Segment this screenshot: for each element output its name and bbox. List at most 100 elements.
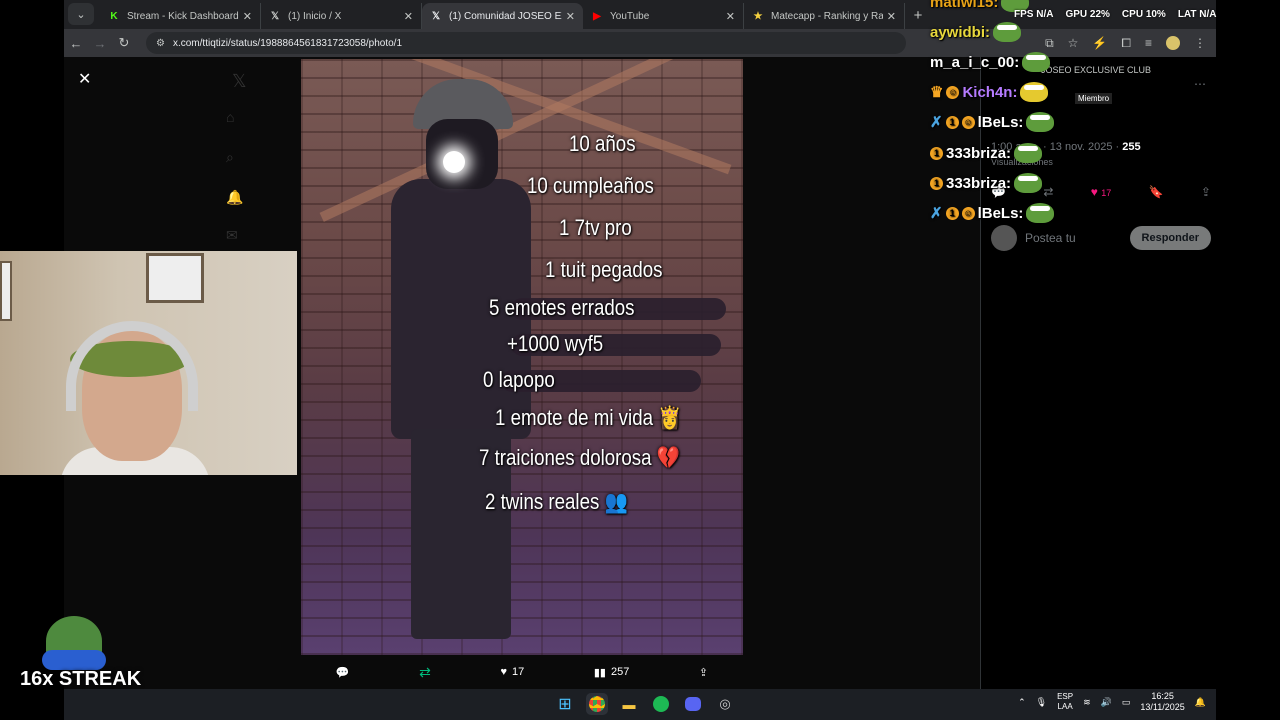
site-settings-icon[interactable]: ⚙ (156, 38, 165, 49)
close-icon[interactable]: ✕ (566, 10, 575, 23)
chat-user: lBeLs: (977, 204, 1024, 222)
chrome-icon[interactable] (586, 693, 608, 715)
chart-icon: ▮▮ (593, 666, 606, 679)
taskbar: ⊞ ▬ ◎ ⌃ 🎙 ESP LAA ≋ 🔊 ▭ 16:25 13/11/2025 🔔 (64, 689, 1216, 720)
pepe-emote-icon (1014, 143, 1043, 163)
sub-badge-icon: 1 (945, 206, 959, 220)
chat-message: 1 333briza: (930, 143, 1043, 163)
reply-icon[interactable]: 💬 (336, 666, 350, 679)
windows-start-icon[interactable]: ⊞ (554, 693, 576, 715)
clock[interactable]: 16:25 13/11/2025 (1140, 691, 1184, 713)
sub-badge-icon: 1 (930, 176, 943, 190)
overlay-line: 10 años (569, 131, 636, 156)
chat-user: m_a_i_c_00: (930, 53, 1020, 71)
minion-emote-icon (1020, 82, 1049, 102)
close-icon[interactable]: ✕ (887, 10, 896, 23)
tab-title: (1) Inicio / X (288, 10, 342, 22)
overlay-line: 1 7tv pro (559, 215, 632, 240)
share-icon[interactable]: ⇪ (699, 666, 708, 679)
lang-code: ESP (1057, 692, 1074, 701)
pepe-emote-icon (1022, 52, 1051, 72)
chat-message: m_a_i_c_00: (930, 52, 1051, 72)
tab-kick[interactable]: K Stream - Kick Dashboard ✕ (100, 3, 261, 29)
tab-youtube[interactable]: ▶ YouTube ✕ (583, 3, 744, 29)
chat-user: 333briza: (946, 144, 1012, 162)
pepe-emote-icon (1026, 203, 1055, 223)
lat-stat: LAT N/A (1177, 9, 1217, 20)
tab-matecapp[interactable]: ★ Matecapp - Ranking y Racha d... ✕ (744, 3, 905, 29)
overlay-line: 1 emote de mi vida 👸 (495, 405, 682, 430)
clock-time: 16:25 (1151, 691, 1174, 701)
app-icon[interactable]: ◎ (714, 693, 736, 715)
chat-user: matiwi15: (930, 0, 999, 11)
like-count: 17 (511, 666, 525, 678)
close-icon[interactable]: ✕ (243, 10, 252, 23)
tweet-photo[interactable]: 10 años 10 cumpleaños 1 7tv pro 1 tuit p… (301, 59, 743, 655)
cpu-stat: CPU 10% (1121, 9, 1166, 20)
close-icon[interactable]: ✕ (404, 10, 413, 23)
sub-badge-icon: ☺ (961, 206, 975, 220)
close-icon[interactable]: ✕ (726, 10, 735, 23)
chat-user: Kich4n: (962, 83, 1018, 101)
overlay-line: 7 traiciones dolorosa 💔 (479, 445, 681, 470)
wifi-icon[interactable]: ≋ (1083, 697, 1091, 708)
close-photo-button[interactable]: ✕ (78, 69, 91, 89)
repost-icon[interactable]: ⇄ (419, 664, 431, 681)
sub-badge-icon: 1 (930, 146, 943, 160)
pepe-emote-icon (993, 22, 1022, 42)
chat-user: 333briza: (946, 174, 1012, 192)
forward-icon[interactable]: → (88, 36, 112, 51)
pepe-emote-icon (1026, 112, 1055, 132)
streak-text: 16x STREAK (20, 668, 142, 690)
kick-icon: K (110, 10, 118, 22)
person-figure (381, 79, 541, 639)
youtube-icon: ▶ (593, 10, 601, 22)
tab-title: Stream - Kick Dashboard (127, 10, 239, 22)
wall-picture (0, 261, 12, 321)
view-count: 257 (610, 666, 630, 678)
tab-comunidad[interactable]: 𝕏 (1) Comunidad JOSEO EXCLUSI... ✕ (422, 3, 583, 29)
folder-icon[interactable]: ▬ (618, 693, 640, 715)
volume-icon[interactable]: 🔊 (1101, 697, 1112, 708)
tab-search-button[interactable]: ⌄ (68, 3, 94, 25)
tab-title: YouTube (610, 10, 650, 22)
spotify-icon[interactable] (650, 693, 672, 715)
chat-message: ✗ 1 ☺ lBeLs: (930, 203, 1055, 223)
overlay-line: +1000 wyf5 (507, 331, 604, 356)
notification-bell-icon[interactable]: 🔔 (1195, 697, 1206, 708)
url-field[interactable]: ⚙ x.com/ttiqtizi/status/19888645618317230… (146, 32, 906, 54)
gpu-stat: GPU 22% (1065, 9, 1110, 20)
tab-x-home[interactable]: 𝕏 (1) Inicio / X ✕ (261, 3, 422, 29)
like-button[interactable]: ♥ 17 (500, 666, 524, 678)
heart-icon: ♥ (500, 666, 507, 678)
pepe-emote-icon (1014, 173, 1043, 193)
sword-icon: ✗ (930, 114, 943, 131)
chat-message: ♛ ☺ Kich4n: (930, 82, 1049, 102)
chevron-up-icon[interactable]: ⌃ (1018, 697, 1026, 708)
taskbar-apps: ⊞ ▬ ◎ (554, 693, 736, 715)
headset (66, 321, 198, 411)
overlay-line: 2 twins reales 👥 (485, 489, 628, 514)
system-tray: ⌃ 🎙 ESP LAA ≋ 🔊 ▭ 16:25 13/11/2025 🔔 (1018, 691, 1206, 713)
language-indicator[interactable]: ESP LAA (1057, 692, 1073, 712)
chat-message: ✗ 1 ☺ lBeLs: (930, 112, 1055, 132)
battery-icon[interactable]: ▭ (1122, 697, 1131, 708)
sub-badge-icon: 1 (945, 115, 959, 129)
overlay-line: 5 emotes errados (489, 295, 635, 320)
discord-icon[interactable] (682, 693, 704, 715)
chat-message: aywidbi: (930, 22, 1022, 42)
reload-icon[interactable]: ↻ (112, 35, 136, 51)
crown-icon: ♛ (930, 84, 944, 101)
views-button[interactable]: ▮▮ 257 (594, 666, 629, 679)
back-icon[interactable]: ← (64, 36, 88, 51)
tab-title: (1) Comunidad JOSEO EXCLUSI... (449, 10, 562, 22)
tab-title: Matecapp - Ranking y Racha d... (771, 10, 883, 22)
home-icon: ⌂ (226, 109, 235, 125)
sword-icon: ✗ (930, 205, 943, 222)
overlay-line: 0 lapopo (483, 367, 555, 392)
x-logo-icon: 𝕏 (232, 71, 247, 91)
url-text: x.com/ttiqtizi/status/198886456183172305… (172, 37, 403, 49)
mic-icon[interactable]: 🎙 (1036, 697, 1047, 708)
x-logo-icon: 𝕏 (270, 10, 280, 22)
sub-badge-icon: ☺ (946, 85, 960, 99)
